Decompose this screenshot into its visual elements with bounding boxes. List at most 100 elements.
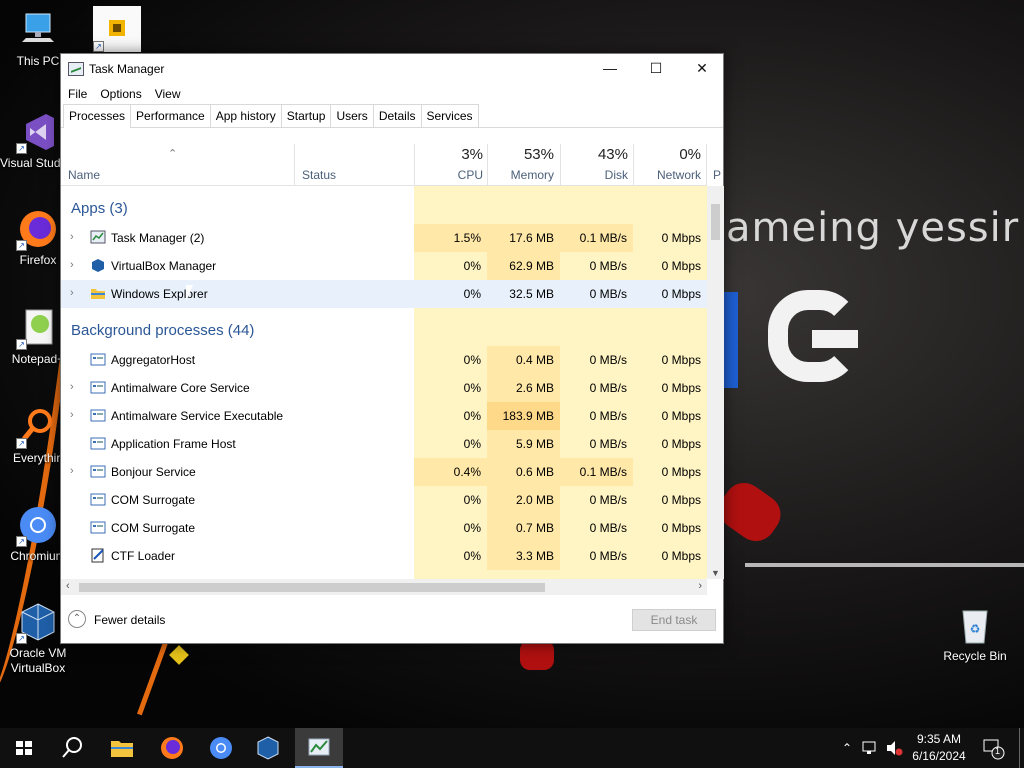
- process-row[interactable]: › Antimalware Service Executable 0% 183.…: [61, 402, 707, 430]
- tab-app-history[interactable]: App history: [209, 104, 282, 127]
- vertical-scrollbar-thumb[interactable]: [711, 204, 720, 240]
- horizontal-scrollbar-thumb[interactable]: [79, 583, 545, 592]
- tab-startup[interactable]: Startup: [280, 104, 332, 127]
- memory-cell: 32.5 MB: [487, 280, 560, 308]
- end-task-button[interactable]: End task: [632, 609, 716, 631]
- expand-chevron-icon[interactable]: ›: [70, 231, 74, 243]
- column-header-cpu[interactable]: CPU: [415, 168, 483, 182]
- network-cell: 0 Mbps: [633, 252, 707, 280]
- cpu-cell: 0%: [414, 514, 487, 542]
- show-desktop-button[interactable]: [1019, 728, 1024, 768]
- taskbar-file-explorer[interactable]: [98, 728, 146, 768]
- column-header-memory[interactable]: Memory: [488, 168, 554, 182]
- tab-details[interactable]: Details: [372, 104, 422, 127]
- desktop-icon-label: Oracle VM VirtualBox: [9, 646, 67, 675]
- process-name: Bonjour Service: [111, 465, 196, 479]
- task-manager-icon: [90, 230, 106, 245]
- scroll-right-arrow-icon[interactable]: ›: [698, 580, 702, 592]
- notepadpp-icon: ↗: [16, 306, 60, 350]
- start-button[interactable]: [0, 728, 48, 768]
- virtualbox-icon: ↗: [16, 600, 60, 644]
- expand-chevron-icon[interactable]: ›: [70, 287, 74, 299]
- column-header-power-partial[interactable]: P: [713, 168, 723, 182]
- process-name: Task Manager (2): [111, 231, 205, 245]
- taskbar-virtualbox[interactable]: [244, 728, 292, 768]
- expand-chevron-icon[interactable]: ›: [70, 259, 74, 271]
- process-row-selected[interactable]: › Windows Explorer 0% 32.5 MB 0 MB/s 0 M…: [61, 280, 707, 308]
- disk-cell: 0 MB/s: [560, 252, 633, 280]
- network-cell: 0 Mbps: [633, 224, 707, 252]
- process-row[interactable]: › VirtualBox Manager 0% 62.9 MB 0 MB/s 0…: [61, 252, 707, 280]
- cpu-cell: 0%: [414, 430, 487, 458]
- network-icon[interactable]: [860, 728, 880, 768]
- system-clock[interactable]: 9:35 AM 6/16/2024: [904, 731, 974, 765]
- expand-chevron-icon[interactable]: ›: [70, 465, 74, 477]
- title-bar[interactable]: Task Manager — ☐ ✕: [61, 54, 723, 84]
- chevron-up-circle-icon[interactable]: ⌃: [68, 610, 86, 628]
- scroll-down-arrow-icon[interactable]: ▼: [711, 568, 720, 578]
- cpu-cell: 0%: [414, 374, 487, 402]
- group-title: Background processes (44): [71, 322, 255, 339]
- menu-file[interactable]: File: [67, 84, 93, 104]
- action-center-button[interactable]: 1: [980, 728, 1006, 768]
- process-row[interactable]: CTF Loader 0% 3.3 MB 0 MB/s 0 Mbps: [61, 542, 707, 570]
- virtualbox-icon: [90, 258, 106, 273]
- horizontal-scrollbar[interactable]: ‹ ›: [61, 579, 707, 595]
- vertical-scrollbar[interactable]: ▼: [707, 186, 724, 579]
- process-row[interactable]: › Bonjour Service 0.4% 0.6 MB 0.1 MB/s 0…: [61, 458, 707, 486]
- menu-view[interactable]: View: [154, 84, 187, 104]
- column-header-network[interactable]: Network: [634, 168, 701, 182]
- search-button[interactable]: [48, 728, 96, 768]
- column-header-name[interactable]: Name: [68, 168, 100, 182]
- fewer-details-link[interactable]: Fewer details: [94, 613, 165, 627]
- memory-cell: 2.6 MB: [487, 374, 560, 402]
- close-button[interactable]: ✕: [679, 54, 725, 84]
- shortcut-arrow-icon: ↗: [16, 633, 27, 644]
- shortcut-arrow-icon: ↗: [93, 41, 104, 52]
- taskbar-chromium[interactable]: [197, 728, 245, 768]
- file-explorer-icon: [111, 741, 133, 757]
- computer-icon: [16, 8, 60, 52]
- disk-cell: 0 MB/s: [560, 280, 633, 308]
- process-row[interactable]: › Antimalware Core Service 0% 2.6 MB 0 M…: [61, 374, 707, 402]
- group-header-apps[interactable]: Apps (3): [61, 192, 707, 224]
- process-row[interactable]: › Task Manager (2) 1.5% 17.6 MB 0.1 MB/s…: [61, 224, 707, 252]
- volume-muted-icon[interactable]: [884, 728, 904, 768]
- desktop-icon-recycle-bin[interactable]: ♻ Recycle Bin: [937, 603, 1013, 664]
- taskbar-task-manager[interactable]: [295, 728, 343, 768]
- clock-time: 9:35 AM: [916, 732, 962, 746]
- wallpaper-blue-bar: [724, 292, 738, 388]
- tab-processes[interactable]: Processes: [63, 104, 132, 128]
- expand-chevron-icon[interactable]: ›: [70, 409, 74, 421]
- column-separator[interactable]: [706, 144, 707, 186]
- firefox-icon: ↗: [16, 207, 60, 251]
- cpu-cell: 0%: [414, 252, 487, 280]
- memory-cell: 17.6 MB: [487, 224, 560, 252]
- process-row[interactable]: COM Surrogate 0% 2.0 MB 0 MB/s 0 Mbps: [61, 486, 707, 514]
- column-header-status[interactable]: Status: [302, 168, 336, 182]
- expand-chevron-icon[interactable]: ›: [70, 381, 74, 393]
- cpu-cell: 0%: [414, 542, 487, 570]
- minimize-button[interactable]: —: [587, 54, 633, 84]
- process-row[interactable]: AggregatorHost 0% 0.4 MB 0 MB/s 0 Mbps: [61, 346, 707, 374]
- tab-services[interactable]: Services: [420, 104, 479, 127]
- desktop-icon-shortcut-file[interactable]: ↗: [79, 6, 155, 54]
- process-row[interactable]: COM Surrogate 0% 0.7 MB 0 MB/s 0 Mbps: [61, 514, 707, 542]
- tab-users[interactable]: Users: [330, 104, 374, 127]
- menu-options[interactable]: Options: [99, 84, 147, 104]
- tab-performance[interactable]: Performance: [130, 104, 211, 127]
- network-cell: 0 Mbps: [633, 402, 707, 430]
- column-separator[interactable]: [294, 144, 295, 186]
- taskbar-firefox[interactable]: [148, 728, 196, 768]
- wallpaper-text: ameing yessir: [726, 205, 1020, 251]
- disk-cell: 0.1 MB/s: [560, 224, 633, 252]
- shortcut-arrow-icon: ↗: [16, 240, 27, 251]
- shortcut-arrow-icon: ↗: [16, 536, 27, 547]
- process-row[interactable]: Application Frame Host 0% 5.9 MB 0 MB/s …: [61, 430, 707, 458]
- group-header-background-processes[interactable]: Background processes (44): [61, 314, 707, 346]
- scroll-left-arrow-icon[interactable]: ‹: [66, 580, 70, 592]
- sort-ascending-icon: ⌃: [168, 148, 178, 160]
- column-header-disk[interactable]: Disk: [561, 168, 628, 182]
- tray-chevron-up-icon[interactable]: ⌃: [838, 728, 856, 768]
- maximize-button[interactable]: ☐: [633, 54, 679, 84]
